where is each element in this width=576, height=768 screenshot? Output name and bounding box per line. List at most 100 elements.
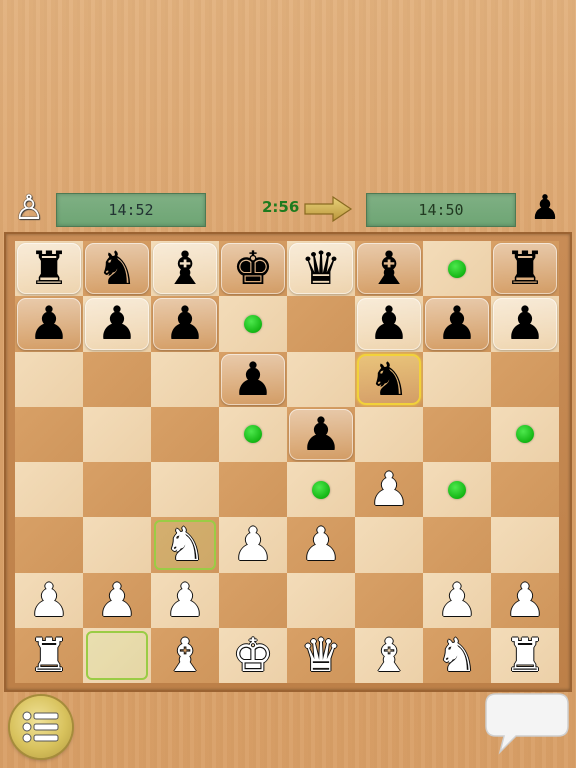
black-bishop-icon[interactable]: ♝ [151, 241, 219, 296]
white-pawn-icon[interactable]: ♟ [287, 517, 355, 572]
square-g8[interactable] [423, 241, 491, 297]
square-a5[interactable] [15, 406, 83, 462]
square-b8[interactable]: ♞ [83, 241, 151, 297]
white-knight-icon[interactable]: ♞ [151, 517, 219, 572]
square-a8[interactable]: ♜ [15, 241, 83, 297]
square-c4[interactable] [151, 462, 219, 518]
square-e3[interactable]: ♟ [287, 517, 355, 573]
square-h7[interactable]: ♟ [491, 296, 559, 352]
white-bishop-icon[interactable]: ♝ [355, 628, 423, 683]
white-pawn-icon[interactable]: ♟ [151, 573, 219, 628]
square-f8[interactable]: ♝ [355, 241, 423, 297]
square-f6[interactable]: ♞ [355, 351, 423, 407]
black-rook-icon[interactable]: ♜ [15, 241, 83, 296]
move-hint-dot[interactable] [448, 480, 466, 499]
square-c5[interactable] [151, 406, 219, 462]
white-king-icon[interactable]: ♚ [219, 628, 287, 683]
white-pawn-icon[interactable]: ♟ [355, 462, 423, 517]
square-g5[interactable] [423, 406, 491, 462]
move-hint-dot[interactable] [516, 425, 534, 444]
square-h2[interactable]: ♟ [491, 572, 559, 628]
square-a6[interactable] [15, 351, 83, 407]
square-h1[interactable]: ♜ [491, 627, 559, 683]
square-c2[interactable]: ♟ [151, 572, 219, 628]
square-g2[interactable]: ♟ [423, 572, 491, 628]
square-e5[interactable]: ♟ [287, 406, 355, 462]
move-hint-dot[interactable] [244, 314, 262, 333]
black-pawn-icon[interactable]: ♟ [151, 296, 219, 351]
square-c7[interactable]: ♟ [151, 296, 219, 352]
square-b5[interactable] [83, 406, 151, 462]
white-pawn-icon[interactable]: ♟ [15, 573, 83, 628]
square-f3[interactable] [355, 517, 423, 573]
white-rook-icon[interactable]: ♜ [15, 628, 83, 683]
square-c1[interactable]: ♝ [151, 627, 219, 683]
white-pawn-icon[interactable]: ♟ [83, 573, 151, 628]
square-e2[interactable] [287, 572, 355, 628]
move-hint-dot[interactable] [312, 480, 330, 499]
white-pawn-icon[interactable]: ♟ [423, 573, 491, 628]
square-g1[interactable]: ♞ [423, 627, 491, 683]
square-e8[interactable]: ♛ [287, 241, 355, 297]
black-bishop-icon[interactable]: ♝ [355, 241, 423, 296]
black-rook-icon[interactable]: ♜ [491, 241, 559, 296]
black-pawn-icon[interactable]: ♟ [491, 296, 559, 351]
square-d7[interactable] [219, 296, 287, 352]
square-b1[interactable] [83, 627, 151, 683]
white-queen-icon[interactable]: ♛ [287, 628, 355, 683]
square-g7[interactable]: ♟ [423, 296, 491, 352]
square-e6[interactable] [287, 351, 355, 407]
square-h3[interactable] [491, 517, 559, 573]
square-d3[interactable]: ♟ [219, 517, 287, 573]
square-a7[interactable]: ♟ [15, 296, 83, 352]
square-c3[interactable]: ♞ [151, 517, 219, 573]
square-f4[interactable]: ♟ [355, 462, 423, 518]
white-pawn-icon[interactable]: ♟ [219, 517, 287, 572]
square-f1[interactable]: ♝ [355, 627, 423, 683]
square-f5[interactable] [355, 406, 423, 462]
black-queen-icon[interactable]: ♛ [287, 241, 355, 296]
square-d5[interactable] [219, 406, 287, 462]
square-c6[interactable] [151, 351, 219, 407]
square-d6[interactable]: ♟ [219, 351, 287, 407]
square-h8[interactable]: ♜ [491, 241, 559, 297]
square-a4[interactable] [15, 462, 83, 518]
square-c8[interactable]: ♝ [151, 241, 219, 297]
white-knight-icon[interactable]: ♞ [423, 628, 491, 683]
square-a2[interactable]: ♟ [15, 572, 83, 628]
black-pawn-icon[interactable]: ♟ [287, 407, 355, 462]
white-rook-icon[interactable]: ♜ [491, 628, 559, 683]
square-a1[interactable]: ♜ [15, 627, 83, 683]
square-a3[interactable] [15, 517, 83, 573]
square-g3[interactable] [423, 517, 491, 573]
move-hint-dot[interactable] [448, 259, 466, 278]
square-b2[interactable]: ♟ [83, 572, 151, 628]
square-e1[interactable]: ♛ [287, 627, 355, 683]
square-h4[interactable] [491, 462, 559, 518]
black-pawn-icon[interactable]: ♟ [423, 296, 491, 351]
black-knight-icon[interactable]: ♞ [83, 241, 151, 296]
square-f2[interactable] [355, 572, 423, 628]
square-b3[interactable] [83, 517, 151, 573]
square-d2[interactable] [219, 572, 287, 628]
square-g6[interactable] [423, 351, 491, 407]
square-b6[interactable] [83, 351, 151, 407]
square-b4[interactable] [83, 462, 151, 518]
square-e4[interactable] [287, 462, 355, 518]
square-d1[interactable]: ♚ [219, 627, 287, 683]
white-bishop-icon[interactable]: ♝ [151, 628, 219, 683]
square-g4[interactable] [423, 462, 491, 518]
black-pawn-icon[interactable]: ♟ [15, 296, 83, 351]
black-pawn-icon[interactable]: ♟ [355, 296, 423, 351]
square-e7[interactable] [287, 296, 355, 352]
chess-board[interactable]: ♜ ♞ ♝ ♚ ♛ ♝ ♜ ♟ ♟ ♟ ♟ ♟ ♟ ♟ ♞ ♟ ♟ ♞ ♟ ♟ ♟ ♟ ♟ ♟ ♟ ♜ ♝ ♚ ♛ ♝ ♞ ♜ [15, 241, 559, 683]
white-pawn-icon[interactable]: ♟ [491, 573, 559, 628]
black-knight-icon[interactable]: ♞ [355, 352, 423, 407]
square-b7[interactable]: ♟ [83, 296, 151, 352]
square-d8[interactable]: ♚ [219, 241, 287, 297]
menu-button[interactable] [10, 696, 72, 758]
black-king-icon[interactable]: ♚ [219, 241, 287, 296]
black-pawn-icon[interactable]: ♟ [219, 352, 287, 407]
square-f7[interactable]: ♟ [355, 296, 423, 352]
chat-bubble-icon[interactable] [482, 690, 570, 756]
